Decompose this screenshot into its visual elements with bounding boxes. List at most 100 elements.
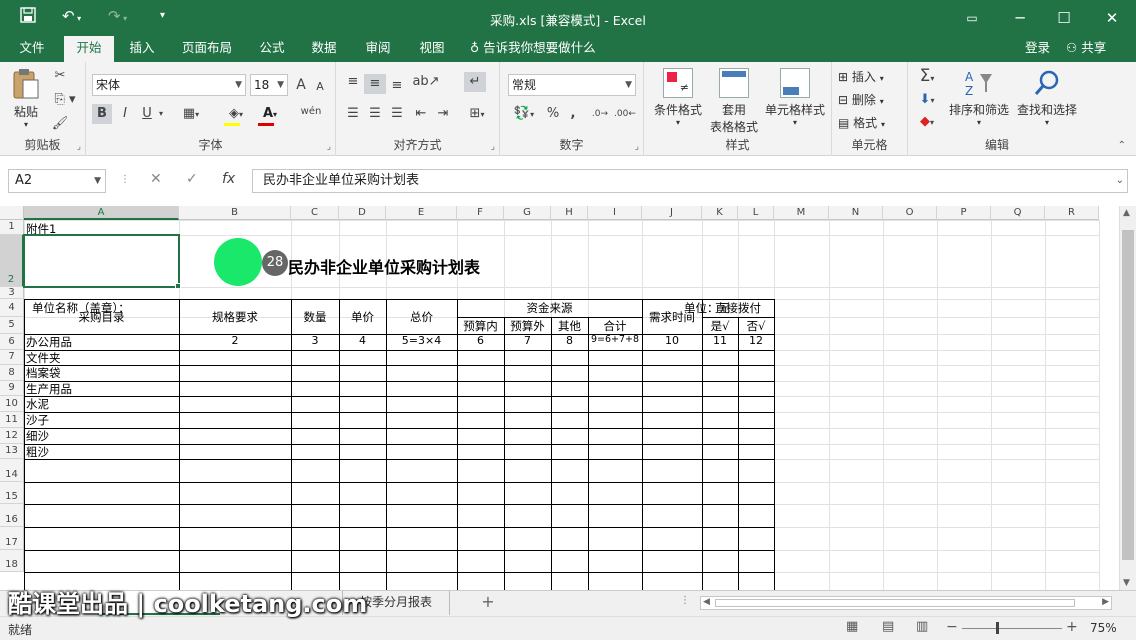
cell-row6-col5[interactable]: 6 [457,334,504,347]
list-item[interactable]: 生产用品 [26,381,72,397]
percent-icon[interactable]: % [544,104,562,124]
increase-indent-icon[interactable]: ⇥ [434,104,452,124]
align-bottom-icon[interactable]: ≡ [388,76,406,96]
formula-input[interactable]: 民办非企业单位采购计划表 [252,169,1128,193]
currency-icon[interactable]: 💱▾ [508,104,540,125]
horizontal-scroll-thumb[interactable] [715,599,1075,607]
format-painter-icon[interactable]: 🖌 [50,114,70,134]
font-name-select[interactable]: 宋体 ▼ [92,74,246,96]
delete-cells-button[interactable]: ⊟ 删除 ▾ [838,91,884,108]
conditional-format-button[interactable]: ≠ 条件格式 ▾ [648,68,708,127]
header-direct[interactable]: 直接拨付 [702,300,774,316]
column-header-r[interactable]: R [1045,206,1099,220]
select-all-corner[interactable] [0,206,24,220]
header-need-time[interactable]: 需求时间 [642,309,702,325]
row-header-11[interactable]: 11 [0,412,24,428]
cell-row6-col2[interactable]: 3 [291,334,339,347]
alignment-launcher-icon[interactable]: ⌟ [491,142,495,152]
header-other[interactable]: 其他 [551,318,588,334]
collapse-ribbon-icon[interactable]: ⌃ [1118,140,1126,151]
cell-row6-col10[interactable]: 11 [702,334,738,347]
row-header-5[interactable]: 5 [0,317,24,334]
cancel-entry-icon[interactable]: ✕ [150,171,162,187]
cell-styles-button[interactable]: 单元格样式 ▾ [762,68,828,127]
header-funds[interactable]: 资金来源 [457,300,642,316]
cell-row6-col11[interactable]: 12 [738,334,774,347]
column-header-b[interactable]: B [179,206,291,220]
cell-row6-col7[interactable]: 8 [551,334,588,347]
worksheet-grid[interactable]: ABCDEFGHIJKLMNOPQR 1 2 3 4 5 6 7 8 9 10 11 12 13 14 15… [0,206,1136,590]
share-button[interactable]: ⚇ 共享 [1066,36,1106,62]
increase-decimal-icon[interactable]: .0→ [590,104,610,124]
column-header-a[interactable]: A [24,206,179,220]
scroll-right-icon[interactable]: ▶ [1102,597,1109,607]
tab-file[interactable]: 文件 [8,36,56,62]
selected-cell-a2[interactable] [23,234,180,288]
list-item[interactable]: 细沙 [26,428,49,444]
vertical-scroll-thumb[interactable] [1122,230,1134,560]
scroll-down-icon[interactable]: ▼ [1123,578,1130,588]
fill-handle[interactable] [175,283,181,289]
chevron-down-icon[interactable]: ▾ [156,104,166,124]
header-catalog[interactable]: 采购目录 [24,309,179,325]
row-header-16[interactable]: 16 [0,504,24,527]
login-link[interactable]: 登录 [1025,36,1050,62]
autosum-icon[interactable]: Σ▾ [912,66,942,89]
row-header-7[interactable]: 7 [0,350,24,365]
row-header-10[interactable]: 10 [0,396,24,412]
clipboard-launcher-icon[interactable]: ⌟ [77,142,81,152]
tab-insert[interactable]: 插入 [118,36,166,62]
border-icon[interactable]: ▦▾ [178,104,204,125]
tab-home[interactable]: 开始 [64,36,114,62]
tab-view[interactable]: 视图 [410,36,454,62]
decrease-decimal-icon[interactable]: .00← [614,104,636,124]
copy-icon[interactable]: ⎘ ▾ [50,90,80,110]
orientation-icon[interactable]: ab↗ [412,72,440,92]
format-cells-button[interactable]: ▤ 格式 ▾ [838,114,885,131]
column-header-d[interactable]: D [339,206,386,220]
align-center-icon[interactable]: ☰ [366,104,384,124]
tab-review[interactable]: 审阅 [356,36,400,62]
column-header-i[interactable]: I [588,206,642,220]
align-middle-icon[interactable]: ≡ [364,74,386,94]
fill-icon[interactable]: ⬇▾ [912,90,942,111]
row-header-2[interactable]: 2 [0,235,24,287]
cell-row6-catalog[interactable]: 办公用品 [26,334,72,350]
italic-button[interactable]: I [116,104,134,124]
zoom-out-icon[interactable]: − [946,619,958,635]
insert-function-icon[interactable]: fx [222,171,235,187]
column-header-k[interactable]: K [702,206,738,220]
more-icon[interactable]: ⋮ [120,174,130,185]
sort-filter-button[interactable]: AZ 排序和筛选 ▾ [944,68,1014,127]
wrap-text-icon[interactable]: ↵ [464,72,486,92]
close-icon[interactable]: ✕ [1100,6,1124,30]
vertical-scrollbar[interactable]: ▲ ▼ [1119,206,1136,590]
column-header-j[interactable]: J [642,206,702,220]
insert-cells-button[interactable]: ⊞ 插入 ▾ [838,68,884,85]
phonetic-icon[interactable]: wén [296,102,326,122]
zoom-level[interactable]: 75% [1090,621,1117,635]
fill-color-icon[interactable]: ◈▾ [222,104,250,125]
cell-row6-col1[interactable]: 2 [179,334,291,347]
column-header-f[interactable]: F [457,206,504,220]
header-out-budget[interactable]: 预算外 [504,318,551,334]
cell-row6-col4[interactable]: 5=3×4 [386,334,457,347]
column-header-g[interactable]: G [504,206,551,220]
tell-me-box[interactable]: ♁ 告诉我你想要做什么 [470,36,596,62]
number-launcher-icon[interactable]: ⌟ [635,142,639,152]
comma-icon[interactable]: , [566,104,580,124]
shrink-font-icon[interactable]: A [312,77,328,97]
column-header-e[interactable]: E [386,206,457,220]
cell-row6-col6[interactable]: 7 [504,334,551,347]
font-launcher-icon[interactable]: ⌟ [327,142,331,152]
bold-button[interactable]: B [92,104,112,124]
page-layout-view-icon[interactable]: ▤ [882,619,894,634]
cell-row6-col9[interactable]: 10 [642,334,702,347]
header-in-budget[interactable]: 预算内 [457,318,504,334]
page-break-view-icon[interactable]: ▥ [916,619,928,634]
more-options-icon[interactable]: ⋮ [680,595,690,606]
header-qty[interactable]: 数量 [291,309,339,325]
row-header-6[interactable]: 6 [0,334,24,350]
underline-button[interactable]: U [138,104,156,124]
row-header-3[interactable]: 3 [0,287,24,299]
